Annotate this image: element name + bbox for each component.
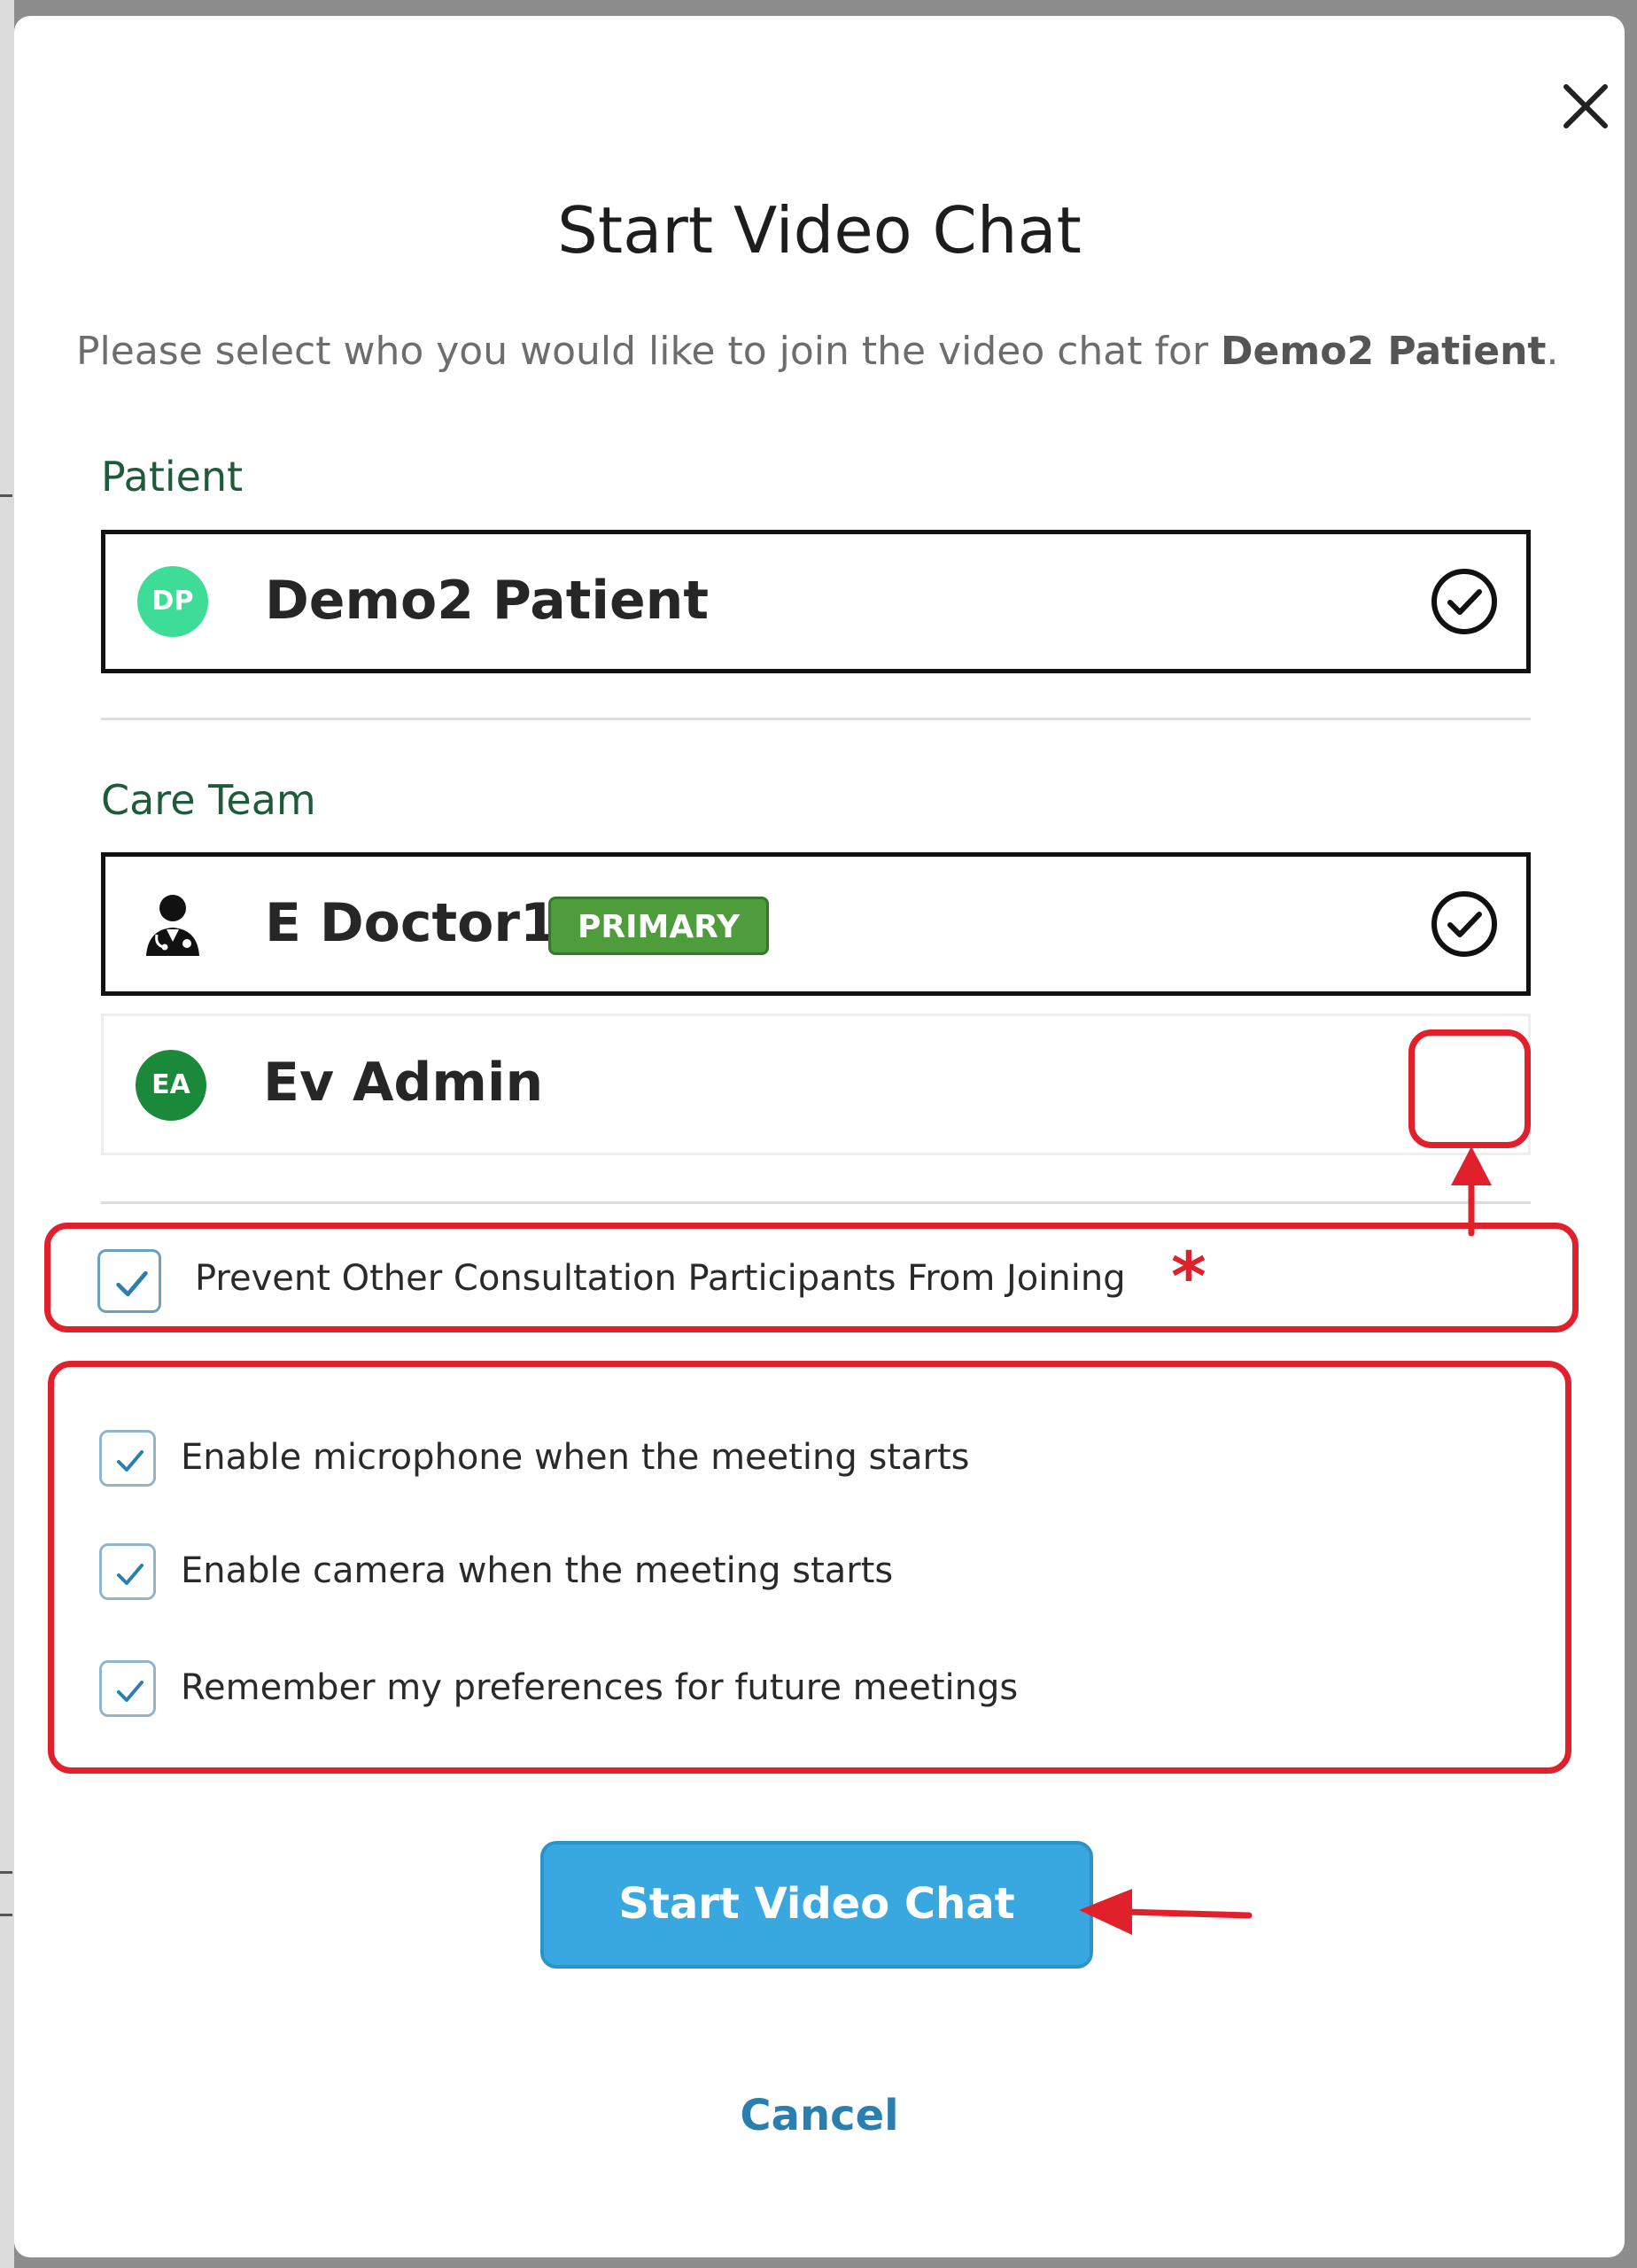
dialog-subtitle: Please select who you would like to join…	[76, 329, 1600, 374]
start-video-chat-button[interactable]: Start Video Chat	[540, 1841, 1093, 1969]
enable-camera-checkbox[interactable]	[99, 1543, 156, 1600]
annotation-arrow-left	[1079, 1889, 1253, 1935]
avatar: EA	[136, 1050, 206, 1121]
avatar: DP	[137, 566, 208, 637]
enable-camera-label: Enable camera when the meeting starts	[181, 1550, 894, 1591]
cancel-button[interactable]: Cancel	[14, 2091, 1625, 2140]
participant-card-demo2-patient[interactable]: DP Demo2 Patient	[101, 530, 1531, 673]
close-icon	[1563, 84, 1608, 128]
checkmark-icon	[117, 1564, 144, 1585]
participant-name: Ev Admin	[263, 1052, 544, 1114]
primary-badge: PRIMARY	[548, 897, 770, 955]
required-marker: *	[1171, 1237, 1206, 1316]
patient-section-label: Patient	[101, 453, 244, 501]
section-divider	[101, 1201, 1531, 1204]
enable-microphone-label: Enable microphone when the meeting start…	[181, 1437, 970, 1478]
participant-card-ev-admin[interactable]: EA Ev Admin	[101, 1014, 1531, 1155]
remember-preferences-checkbox[interactable]	[99, 1660, 156, 1717]
section-divider	[101, 1363, 1531, 1365]
enable-microphone-checkbox[interactable]	[99, 1430, 156, 1487]
participant-name: Demo2 Patient	[265, 570, 710, 632]
prevent-joining-checkbox[interactable]	[97, 1249, 161, 1313]
participant-name: E Doctor1	[265, 892, 557, 954]
checkmark-icon	[117, 1450, 144, 1472]
dialog-title: Start Video Chat	[557, 193, 1082, 268]
background-edge	[0, 0, 14, 2268]
check-circle-icon	[1431, 569, 1497, 634]
checkmark-icon	[116, 1270, 148, 1297]
section-divider	[101, 718, 1531, 720]
participant-card-e-doctor1[interactable]: E Doctor1 PRIMARY	[101, 852, 1531, 996]
annotation-arrow-up	[1451, 1146, 1492, 1237]
background-divider	[0, 494, 12, 497]
check-circle-icon	[1431, 891, 1497, 957]
subtitle-text: Please select who you would like to join…	[76, 329, 1208, 374]
background-divider	[0, 1914, 12, 1916]
remember-preferences-label: Remember my preferences for future meeti…	[181, 1667, 1019, 1708]
prevent-joining-label: Prevent Other Consultation Participants …	[195, 1258, 1126, 1299]
care-team-section-label: Care Team	[101, 776, 316, 824]
start-video-chat-dialog: Start Video Chat Please select who you w…	[14, 16, 1625, 2257]
doctor-icon	[146, 895, 199, 956]
background-divider	[0, 1871, 12, 1874]
subtitle-period: .	[1546, 329, 1559, 374]
checkmark-icon	[117, 1681, 144, 1702]
subtitle-patient-name: Demo2 Patient	[1221, 329, 1547, 374]
close-button[interactable]	[1548, 69, 1623, 144]
